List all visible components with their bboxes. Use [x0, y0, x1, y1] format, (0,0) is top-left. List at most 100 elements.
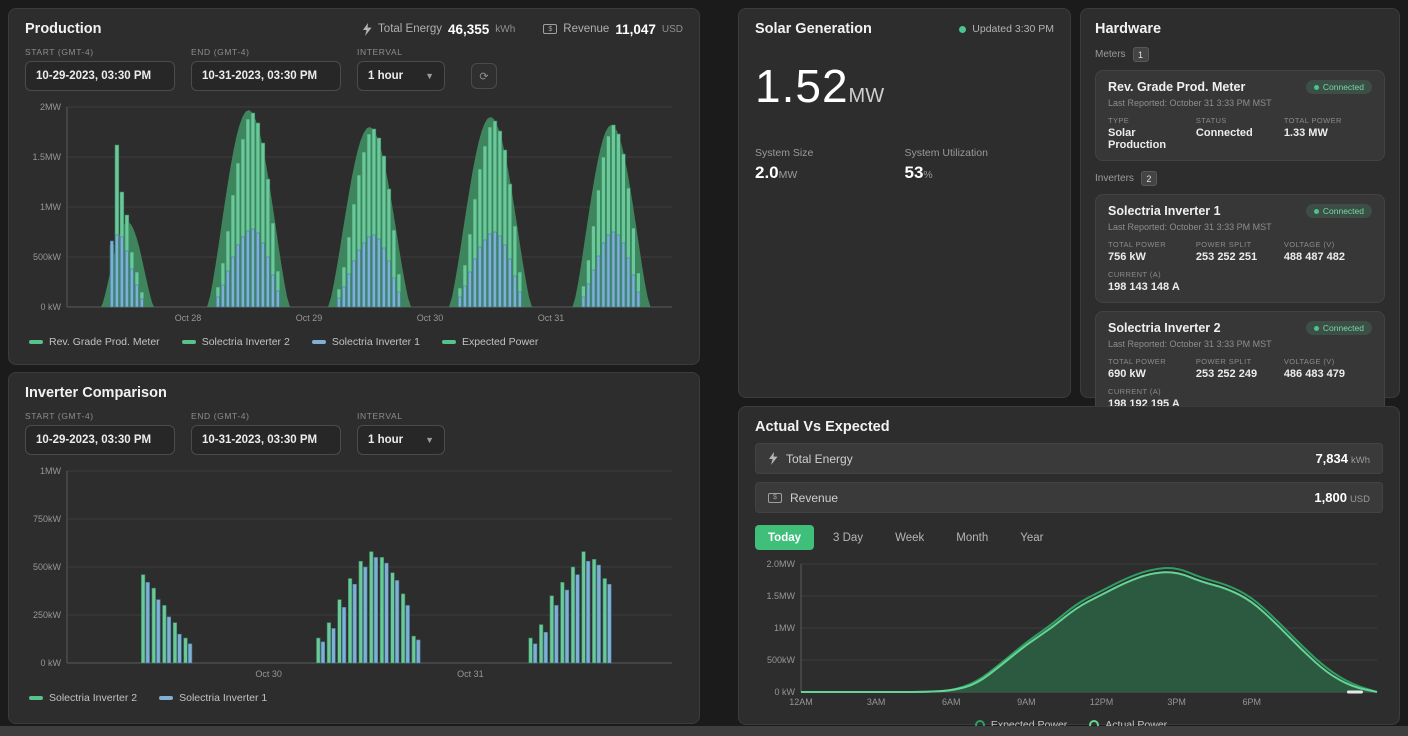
left-column: Production Total Energy 46,355 kWh $ Rev… [8, 8, 700, 736]
solar-generation-panel: Solar Generation Updated 3:30 PM 1.52MW … [738, 8, 1071, 398]
actual-vs-expected-chart: 2.0MW1.5MW1MW500kW0 kW12AM3AM6AM9AM12PM3… [755, 558, 1383, 715]
svg-text:12PM: 12PM [1090, 697, 1114, 707]
production-chart: 2MW1.5MW1MW500kW0 kWOct 28Oct 29Oct 30Oc… [25, 99, 683, 332]
chevron-down-icon: ▼ [425, 435, 434, 445]
svg-text:3PM: 3PM [1167, 697, 1186, 707]
series-swatch [182, 340, 196, 344]
svg-text:750kW: 750kW [33, 514, 62, 524]
status-dot-icon [1314, 326, 1319, 331]
svg-text:1MW: 1MW [40, 466, 62, 476]
interval-label: INTERVAL [357, 47, 445, 57]
system-size-label: System Size [755, 147, 905, 159]
refresh-button[interactable]: ⟳ [471, 63, 497, 89]
hardware-title: Hardware [1095, 21, 1385, 37]
inverter-voltage-field: Voltage (V) 486 483 479 [1284, 357, 1372, 380]
banknote-icon: $ [768, 493, 782, 503]
horizontal-scrollbar[interactable] [0, 726, 1408, 736]
legend-item[interactable]: Solectria Inverter 2 [182, 336, 290, 348]
start-date-input[interactable] [25, 61, 175, 91]
end-date-label: END (GMT-4) [191, 47, 341, 57]
end-date-label: END (GMT-4) [191, 411, 341, 421]
legend-item[interactable]: Solectria Inverter 2 [29, 692, 137, 704]
ae-energy-unit: kWh [1351, 455, 1370, 466]
legend-item[interactable]: Expected Power [442, 336, 538, 348]
production-title: Production [25, 21, 102, 37]
lightning-icon [768, 452, 778, 465]
inverter-comparison-chart: 1MW750kW500kW250kW0 kWOct 30Oct 31 [25, 463, 683, 688]
svg-text:250kW: 250kW [33, 610, 62, 620]
inverter-power-field: Total Power 690 kW [1108, 357, 1196, 380]
legend-item[interactable]: Rev. Grade Prod. Meter [29, 336, 160, 348]
total-energy-stat: Total Energy 46,355 kWh [362, 22, 515, 37]
inverter-last-reported: Last Reported: October 31 3:33 PM MST [1108, 222, 1372, 232]
inverter-comparison-panel: Inverter Comparison START (GMT-4) END (G… [8, 372, 700, 724]
status-dot-icon [1314, 85, 1319, 90]
legend-item[interactable]: Solectria Inverter 1 [312, 336, 420, 348]
svg-text:500kW: 500kW [767, 655, 796, 665]
revenue-row: $ Revenue 1,800USD [755, 482, 1383, 513]
svg-text:6PM: 6PM [1243, 697, 1262, 707]
ae-revenue-label: Revenue [790, 491, 838, 505]
connected-badge: Connected [1306, 321, 1372, 335]
connected-badge: Connected [1306, 204, 1372, 218]
svg-text:Oct 30: Oct 30 [417, 313, 444, 323]
system-utilization-value: 53 [905, 163, 924, 182]
svg-text:500kW: 500kW [33, 562, 62, 572]
comparison-legend: Solectria Inverter 2 Solectria Inverter … [25, 692, 683, 704]
solar-generation-title: Solar Generation [755, 21, 872, 37]
inverters-section-header: Inverters 2 [1095, 171, 1385, 186]
system-size-value: 2.0 [755, 163, 779, 182]
ae-energy-label: Total Energy [786, 452, 853, 466]
updated-text: Updated 3:30 PM [972, 23, 1054, 35]
end-date-input[interactable] [191, 425, 341, 455]
timeframe-tabs: Today 3 Day Week Month Year [755, 525, 1383, 550]
svg-text:12AM: 12AM [789, 697, 813, 707]
meters-section-header: Meters 1 [1095, 47, 1385, 62]
system-utilization: System Utilization 53% [905, 147, 1055, 183]
revenue-stat: $ Revenue 11,047 USD [543, 22, 683, 37]
tab-today[interactable]: Today [755, 525, 814, 550]
ae-revenue-unit: USD [1350, 494, 1370, 505]
start-date-input[interactable] [25, 425, 175, 455]
production-legend: Rev. Grade Prod. Meter Solectria Inverte… [25, 336, 683, 348]
inverter-split-field: Power Split 253 252 249 [1196, 357, 1284, 380]
series-swatch [159, 696, 173, 700]
actual-vs-expected-title: Actual Vs Expected [755, 419, 1383, 435]
svg-text:1MW: 1MW [40, 202, 62, 212]
tab-year[interactable]: Year [1007, 525, 1056, 550]
system-size-unit: MW [779, 169, 798, 181]
start-date-label: START (GMT-4) [25, 411, 175, 421]
svg-text:6AM: 6AM [942, 697, 961, 707]
tab-3day[interactable]: 3 Day [820, 525, 876, 550]
interval-select[interactable]: 1 hour ▼ [357, 425, 445, 455]
svg-text:0 kW: 0 kW [774, 687, 795, 697]
inverter-name: Solectria Inverter 1 [1108, 204, 1221, 218]
total-energy-value: 46,355 [448, 22, 489, 37]
svg-text:1.5MW: 1.5MW [766, 591, 795, 601]
series-swatch [312, 340, 326, 344]
start-date-label: START (GMT-4) [25, 47, 175, 57]
system-utilization-unit: % [923, 169, 932, 181]
tab-week[interactable]: Week [882, 525, 937, 550]
svg-text:1.5MW: 1.5MW [32, 152, 61, 162]
series-swatch [442, 340, 456, 344]
inverters-label: Inverters [1095, 173, 1134, 184]
end-date-input[interactable] [191, 61, 341, 91]
legend-item[interactable]: Solectria Inverter 1 [159, 692, 267, 704]
tab-month[interactable]: Month [943, 525, 1001, 550]
inverters-count-badge: 2 [1141, 171, 1157, 186]
svg-text:1MW: 1MW [774, 623, 796, 633]
meter-status-field: Status Connected [1196, 116, 1284, 151]
connected-badge: Connected [1306, 80, 1372, 94]
inverter-split-field: Power Split 253 252 251 [1196, 240, 1284, 263]
meter-card: Rev. Grade Prod. Meter Connected Last Re… [1095, 70, 1385, 161]
interval-select[interactable]: 1 hour ▼ [357, 61, 445, 91]
updated-status: Updated 3:30 PM [959, 23, 1054, 35]
svg-text:500kW: 500kW [33, 252, 62, 262]
svg-text:2MW: 2MW [40, 102, 62, 112]
svg-text:9AM: 9AM [1017, 697, 1036, 707]
actual-vs-expected-panel: Actual Vs Expected Total Energy 7,834kWh… [738, 406, 1400, 725]
right-column: Solar Generation Updated 3:30 PM 1.52MW … [738, 8, 1400, 736]
svg-text:Oct 31: Oct 31 [538, 313, 565, 323]
inverter-power-field: Total Power 756 kW [1108, 240, 1196, 263]
